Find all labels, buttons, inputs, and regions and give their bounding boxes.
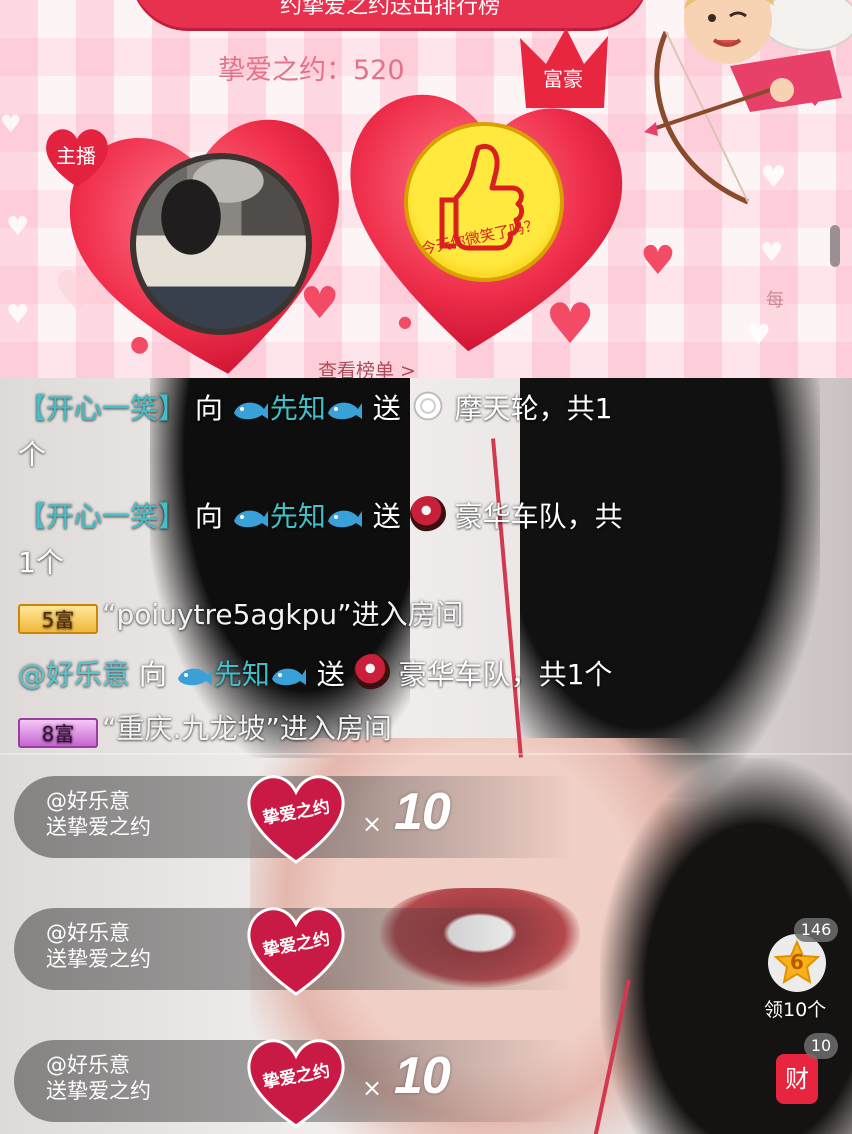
chat-verb: 向 <box>194 500 223 533</box>
host-tag: 主播 <box>56 144 96 168</box>
whale-icon <box>271 668 306 686</box>
chat-target-name[interactable]: 先知 <box>270 500 326 533</box>
ferris-wheel-icon <box>409 388 446 424</box>
star-count-badge: 146 <box>794 918 838 942</box>
rich-heart-frame: 今天你微笑了吗？ <box>332 28 632 360</box>
heart-icon: ♥ <box>640 238 676 284</box>
fortune-button[interactable]: 财 <box>776 1054 818 1104</box>
chat-message: 5富 “poiuytre5agkpu”进入房间 <box>18 592 464 638</box>
chat-gift-text: 豪华车队，共1个 <box>398 658 613 691</box>
host-heart-frame <box>46 95 360 378</box>
love-gift-heart-icon: 挚爱之约 <box>242 1034 350 1134</box>
chat-message: 8富 “重庆.九龙坡”进入房间 <box>18 706 392 752</box>
chat-enter-text: “poiuytre5agkpu”进入房间 <box>102 598 464 631</box>
side-text: 每 <box>766 290 784 311</box>
chat-gift-text: 摩天轮，共1 <box>454 392 613 425</box>
chat-username[interactable]: @好乐意 <box>18 658 130 691</box>
fortune-count-badge: 10 <box>804 1033 838 1059</box>
whale-icon <box>327 510 362 528</box>
heart-icon: ♥ <box>0 110 22 138</box>
svg-text:♥: ♥ <box>806 87 824 111</box>
star-level: 6 <box>790 950 804 974</box>
whale-icon <box>327 402 362 420</box>
car-icon <box>409 496 446 532</box>
chat-enter-text: “重庆.九龙坡”进入房间 <box>102 712 392 745</box>
leaderboard-banner: 约挚爱之约送出排行榜 挚爱之约：520 ♥ ♥ ♥ ● ● ♥ ♥ ♥ ♥ ♥ … <box>0 0 852 378</box>
chat-verb: 向 <box>194 392 223 425</box>
chat-target-name[interactable]: 先知 <box>214 658 270 691</box>
heart-icon: ♥ <box>746 318 772 351</box>
love-gift-heart-icon: 挚爱之约 <box>242 902 350 1002</box>
heart-icon: ♥ <box>6 300 30 330</box>
chat-message-cont: 1个 <box>18 546 64 579</box>
cupid-icon: ♥ <box>630 0 852 210</box>
gift-multiply-sign: × <box>362 810 383 838</box>
chat-verb: 送 <box>372 392 401 425</box>
gift-combo-row: @好乐意 送挚爱之约 挚爱之约 × 10 <box>14 1039 574 1128</box>
host-avatar[interactable] <box>130 153 312 335</box>
heart-icon: ♥ <box>6 212 30 242</box>
gift-sender-name[interactable]: @好乐意 <box>46 788 151 814</box>
gift-action-text: 送挚爱之约 <box>46 815 151 839</box>
gift-sender-info: @好乐意 送挚爱之约 <box>46 788 151 840</box>
banner-title: 约挚爱之约送出排行榜 <box>130 0 650 28</box>
rich-tag: 富豪 <box>543 67 583 91</box>
video-hair-right <box>520 378 820 798</box>
love-gift-heart-icon: 挚爱之约 <box>242 770 350 870</box>
whale-icon <box>177 668 212 686</box>
banner-scrollbar[interactable] <box>830 225 840 267</box>
star-reward-label[interactable]: 领10个 <box>764 995 826 1022</box>
chat-gift-text: 豪华车队，共 <box>454 500 623 533</box>
gift-combo-row: @好乐意 送挚爱之约 挚爱之约 × 10 <box>14 775 574 864</box>
live-video-stream[interactable]: 【开心一笑】 向 先知 送 摩天轮，共1 个 【开心一笑】 向 先知 送 豪华车… <box>0 378 852 1134</box>
gift-sender-info: @好乐意 送挚爱之约 <box>46 1052 151 1104</box>
gift-sender-name[interactable]: @好乐意 <box>46 920 151 946</box>
chat-username[interactable]: 【开心一笑】 <box>18 392 186 425</box>
gift-combo-row: @好乐意 送挚爱之约 挚爱之约 <box>14 907 574 996</box>
chat-verb: 送 <box>372 500 401 533</box>
gift-multiply-sign: × <box>362 1074 383 1102</box>
video-hair-left <box>150 378 410 758</box>
star-reward-button[interactable]: 6 <box>768 934 826 992</box>
chat-target-name[interactable]: 先知 <box>270 392 326 425</box>
chat-message: 【开心一笑】 向 先知 送 豪华车队，共 <box>18 494 623 540</box>
gift-sender-info: @好乐意 送挚爱之约 <box>46 920 151 972</box>
rich-level-badge: 5富 <box>18 604 98 634</box>
gift-combo-count: 10 <box>394 783 451 841</box>
chat-message-cont: 个 <box>18 438 47 471</box>
chat-verb: 向 <box>138 658 167 691</box>
view-leaderboard-link[interactable]: 查看榜单 > <box>318 356 416 378</box>
gift-combo-count: 10 <box>394 1047 451 1105</box>
rich-level-badge: 8富 <box>18 718 98 748</box>
whale-icon <box>233 510 268 528</box>
gift-action-text: 送挚爱之约 <box>46 1079 151 1103</box>
chat-message: 【开心一笑】 向 先知 送 摩天轮，共1 <box>18 386 612 432</box>
whale-icon <box>233 402 268 420</box>
video-divider <box>0 753 852 755</box>
car-icon <box>353 654 390 690</box>
chat-message: @好乐意 向 先知 送 豪华车队，共1个 <box>18 652 612 698</box>
gift-sender-name[interactable]: @好乐意 <box>46 1052 151 1078</box>
gift-action-text: 送挚爱之约 <box>46 947 151 971</box>
heart-icon: ♥ <box>760 238 784 268</box>
rich-user-avatar[interactable]: 今天你微笑了吗？ <box>404 122 564 282</box>
chat-username[interactable]: 【开心一笑】 <box>18 500 186 533</box>
chat-verb: 送 <box>316 658 345 691</box>
